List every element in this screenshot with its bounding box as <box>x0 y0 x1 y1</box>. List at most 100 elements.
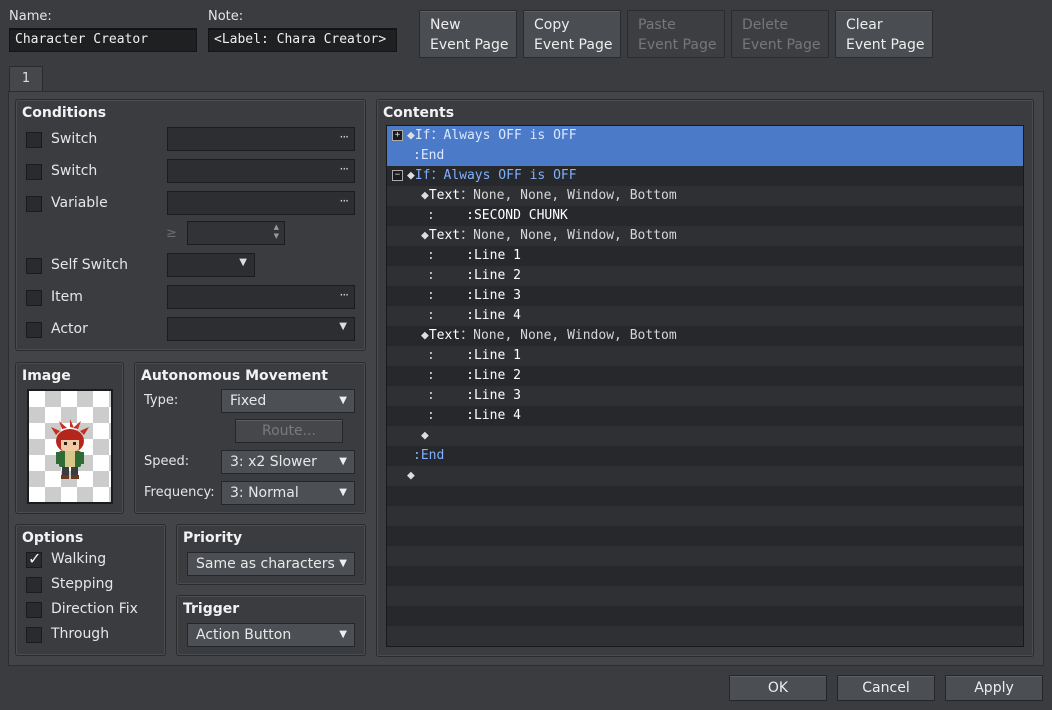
delete-event-page-button[interactable]: Delete Event Page <box>731 10 829 58</box>
actor-checkbox[interactable] <box>26 322 42 338</box>
command-row[interactable]: : :Line 3 <box>387 386 1023 406</box>
item-checkbox[interactable] <box>26 290 42 306</box>
command-row[interactable]: : :Line 2 <box>387 266 1023 286</box>
options-group: Options ✓ Walking Stepping Direction Fix… <box>15 524 166 656</box>
ellipsis-icon: ··· <box>339 162 350 176</box>
variable-selector[interactable]: ··· <box>167 191 355 215</box>
spinner-arrows-icon[interactable]: ▲ ▼ <box>274 223 279 241</box>
command-row[interactable] <box>387 566 1023 586</box>
note-input[interactable]: <Label: Chara Creator> <box>208 28 397 52</box>
item-label: Item <box>51 289 83 305</box>
command-row[interactable]: : :Line 1 <box>387 246 1023 266</box>
route-button[interactable]: Route... <box>235 419 343 443</box>
variable-checkbox[interactable] <box>26 196 42 212</box>
button-line1: Delete <box>742 17 788 33</box>
through-label: Through <box>51 626 110 642</box>
command-row[interactable]: : :Line 4 <box>387 406 1023 426</box>
command-parameters: Line 2 <box>473 268 521 283</box>
switch2-checkbox[interactable] <box>26 164 42 180</box>
command-row[interactable] <box>387 586 1023 606</box>
movement-speed-value: 3: x2 Slower <box>230 454 317 470</box>
switch1-checkbox[interactable] <box>26 132 42 148</box>
button-line2: Event Page <box>638 37 717 53</box>
diamond-icon: ◆ <box>421 188 429 203</box>
command-row[interactable] <box>387 606 1023 626</box>
command-text: ◆Text：None, None, Window, Bottom <box>421 226 677 246</box>
command-row[interactable]: : :SECOND CHUNK <box>387 206 1023 226</box>
command-row[interactable]: − ◆If：Always OFF is OFF <box>387 166 1023 186</box>
command-row[interactable]: ◆ <box>387 466 1023 486</box>
event-command-list[interactable]: + ◆If：Always OFF is OFF:End − ◆If：Always OF… <box>386 125 1024 647</box>
direction-fix-checkbox[interactable] <box>26 602 42 618</box>
name-input[interactable]: Character Creator <box>9 28 197 52</box>
through-checkbox[interactable] <box>26 627 42 643</box>
priority-dropdown[interactable]: Same as characters ▼ <box>187 552 355 576</box>
movement-frequency-dropdown[interactable]: 3: Normal ▼ <box>221 481 355 505</box>
movement-speed-dropdown[interactable]: 3: x2 Slower ▼ <box>221 450 355 474</box>
command-row[interactable]: : :Line 4 <box>387 306 1023 326</box>
command-row[interactable] <box>387 506 1023 526</box>
command-row[interactable]: : :Line 3 <box>387 286 1023 306</box>
priority-title: Priority <box>183 530 243 546</box>
command-row[interactable] <box>387 546 1023 566</box>
self-switch-checkbox[interactable] <box>26 258 42 274</box>
movement-speed-label: Speed: <box>144 454 190 469</box>
image-group: Image <box>15 362 124 514</box>
command-parameters: Line 3 <box>473 388 521 403</box>
ellipsis-icon: ··· <box>339 194 350 208</box>
paste-event-page-button[interactable]: Paste Event Page <box>627 10 725 58</box>
button-line1: New <box>430 17 461 33</box>
command-row[interactable]: + ◆If：Always OFF is OFF <box>387 126 1023 146</box>
command-text: ◆If：Always OFF is OFF <box>407 126 577 146</box>
character-image-preview[interactable] <box>27 389 113 504</box>
switch2-selector[interactable]: ··· <box>167 159 355 183</box>
walking-checkbox[interactable]: ✓ <box>26 549 42 568</box>
command-row[interactable]: ◆Text：None, None, Window, Bottom <box>387 226 1023 246</box>
command-keyword: Text <box>428 188 461 203</box>
command-row[interactable]: : :Line 1 <box>387 346 1023 366</box>
button-line2: Event Page <box>534 37 613 53</box>
autonomous-movement-group: Autonomous Movement Type: Fixed ▼ Route..… <box>134 362 366 514</box>
button-line2: Event Page <box>742 37 821 53</box>
tab-page-1[interactable]: 1 <box>9 66 43 92</box>
diamond-icon: ◆ <box>421 228 429 243</box>
command-row[interactable]: ◆ <box>387 426 1023 446</box>
command-parameters: Line 3 <box>473 288 521 303</box>
command-row[interactable] <box>387 626 1023 646</box>
movement-type-dropdown[interactable]: Fixed ▼ <box>221 389 355 413</box>
command-text: : :Line 1 <box>427 346 521 366</box>
command-text: : :Line 3 <box>427 386 521 406</box>
expand-icon[interactable]: + <box>392 130 403 141</box>
continuation-marker: : <box>427 288 467 303</box>
variable-value-spinner[interactable]: ▲ ▼ <box>187 221 285 245</box>
command-row[interactable]: ◆Text：None, None, Window, Bottom <box>387 186 1023 206</box>
item-selector[interactable]: ··· <box>167 285 355 309</box>
ok-button[interactable]: OK <box>729 675 827 701</box>
command-row[interactable] <box>387 526 1023 546</box>
contents-title: Contents <box>383 105 455 121</box>
trigger-dropdown[interactable]: Action Button ▼ <box>187 623 355 647</box>
self-switch-dropdown[interactable]: ▼ <box>167 253 255 277</box>
actor-dropdown[interactable]: ▼ <box>167 317 355 341</box>
copy-event-page-button[interactable]: Copy Event Page <box>523 10 621 58</box>
command-row[interactable]: :End <box>387 146 1023 166</box>
apply-button[interactable]: Apply <box>945 675 1043 701</box>
command-text: :End <box>413 448 445 463</box>
command-keyword: End <box>420 448 445 463</box>
command-row[interactable]: : :Line 2 <box>387 366 1023 386</box>
button-line1: Paste <box>638 17 676 33</box>
collapse-icon[interactable]: − <box>392 170 403 181</box>
stepping-checkbox[interactable] <box>26 577 42 593</box>
command-row[interactable] <box>387 486 1023 506</box>
ellipsis-icon: ··· <box>339 288 350 302</box>
priority-group: Priority Same as characters ▼ <box>176 524 366 585</box>
command-text: ◆Text：None, None, Window, Bottom <box>421 186 677 206</box>
switch1-selector[interactable]: ··· <box>167 127 355 151</box>
clear-event-page-button[interactable]: Clear Event Page <box>835 10 933 58</box>
chevron-down-icon: ▼ <box>339 629 347 640</box>
separator: : <box>466 288 474 303</box>
cancel-button[interactable]: Cancel <box>837 675 935 701</box>
command-row[interactable]: ◆Text：None, None, Window, Bottom <box>387 326 1023 346</box>
command-row[interactable]: :End <box>387 446 1023 466</box>
new-event-page-button[interactable]: New Event Page <box>419 10 517 58</box>
